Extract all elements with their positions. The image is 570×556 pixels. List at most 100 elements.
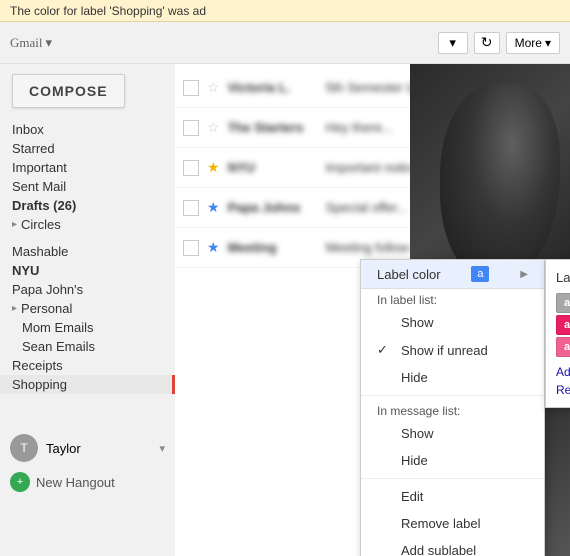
email-sender: Victoria L.	[228, 80, 318, 95]
gmail-logo[interactable]: Gmail ▾	[10, 35, 52, 51]
label-color-item[interactable]: Label color a ▶	[361, 260, 544, 289]
color-picker-title: Label color:	[556, 270, 570, 285]
new-hangout[interactable]: + New Hangout	[0, 468, 175, 496]
sidebar-item-mashable[interactable]: Mashable	[0, 242, 175, 261]
in-message-list-text: In message list:	[377, 404, 460, 418]
sidebar-item-sent[interactable]: Sent Mail	[0, 177, 175, 196]
show-if-unread-label: Show if unread	[401, 343, 488, 358]
gmail-logo-text: Gmail	[10, 35, 43, 51]
edit-label: Edit	[401, 489, 423, 504]
sidebar-item-label: Important	[12, 160, 67, 175]
sidebar-item-receipts[interactable]: Receipts	[0, 356, 175, 375]
show-label: Show	[401, 315, 434, 330]
sidebar-item-label: Sean Emails	[22, 339, 95, 354]
sidebar-item-seanemails[interactable]: Sean Emails	[0, 337, 175, 356]
select-checkbox[interactable]: ▾	[438, 32, 468, 54]
gmail-logo-arrow: ▾	[46, 35, 53, 51]
notification-text: The color for label 'Shopping' was ad	[10, 4, 206, 18]
label-color-text: Label color	[377, 267, 441, 282]
sidebar-item-label: Personal	[21, 301, 72, 316]
color-picker-panel: Label color: aaaaaaaaaaaaaaaaaaaaa Add c…	[545, 259, 570, 408]
sidebar-item-label: Starred	[12, 141, 55, 156]
email-sender: The Starters	[228, 120, 318, 135]
more-arrow: ▾	[545, 36, 551, 50]
sidebar-item-papajohns[interactable]: Papa John's	[0, 280, 175, 299]
sidebar-item-label: Papa John's	[12, 282, 83, 297]
user-arrow: ▾	[159, 442, 165, 455]
menu-divider	[361, 395, 544, 396]
sidebar-item-label: Receipts	[12, 358, 63, 373]
sidebar: COMPOSE Inbox Starred Important Sent Mai…	[0, 64, 175, 556]
more-label: More	[515, 36, 542, 50]
sidebar-item-drafts[interactable]: Drafts (26)	[0, 196, 175, 215]
star-icon[interactable]: ★	[207, 199, 220, 216]
email-sender: Meeting	[228, 240, 318, 255]
email-checkbox[interactable]	[183, 80, 199, 96]
sidebar-item-momemails[interactable]: Mom Emails	[0, 318, 175, 337]
color-swatch-0[interactable]: a	[556, 293, 570, 313]
in-label-list-section: In label list:	[361, 289, 544, 309]
star-icon[interactable]: ★	[207, 159, 220, 176]
new-hangout-label: New Hangout	[36, 475, 115, 490]
add-sublabel-label: Add sublabel	[401, 543, 476, 556]
hide-item[interactable]: Hide	[361, 364, 544, 391]
sidebar-item-starred[interactable]: Starred	[0, 139, 175, 158]
checkbox-arrow: ▾	[449, 35, 456, 51]
star-icon[interactable]: ☆	[207, 79, 220, 96]
email-checkbox[interactable]	[183, 120, 199, 136]
personal-arrow: ▸	[12, 303, 17, 314]
label-color-tag: a	[471, 266, 489, 282]
hangout-icon: +	[10, 472, 30, 492]
sidebar-item-label: Mashable	[12, 244, 68, 259]
user-name: Taylor	[46, 441, 81, 456]
email-checkbox[interactable]	[183, 240, 199, 256]
hide-msg-item[interactable]: Hide	[361, 447, 544, 474]
remove-label-item[interactable]: Remove label	[361, 510, 544, 537]
sidebar-item-label: Shopping	[12, 377, 67, 392]
header: Gmail ▾ ▾ ↻ More ▾	[0, 22, 570, 64]
submenu-arrow: ▶	[520, 269, 528, 280]
color-swatch-14[interactable]: a	[556, 337, 570, 357]
email-sender: Papa Johns	[228, 200, 318, 215]
show-if-unread-item[interactable]: ✓ Show if unread	[361, 336, 544, 364]
avatar: T	[10, 434, 38, 462]
add-custom-color-link[interactable]: Add custom color	[556, 365, 570, 379]
email-sender: NYU	[228, 160, 318, 175]
sidebar-item-label: Mom Emails	[22, 320, 94, 335]
color-swatch-7[interactable]: a	[556, 315, 570, 335]
header-controls: ▾ ↻ More ▾	[438, 32, 560, 54]
check-icon: ✓	[377, 342, 393, 358]
more-button[interactable]: More ▾	[506, 32, 560, 54]
show-item[interactable]: Show	[361, 309, 544, 336]
sidebar-item-circles[interactable]: ▸ Circles	[0, 215, 175, 234]
show-msg-item[interactable]: Show	[361, 420, 544, 447]
email-checkbox[interactable]	[183, 160, 199, 176]
in-message-list-section: In message list:	[361, 400, 544, 420]
hide-label: Hide	[401, 370, 428, 385]
sidebar-item-label: Circles	[21, 217, 61, 232]
circles-arrow: ▸	[12, 219, 17, 230]
add-sublabel-item[interactable]: Add sublabel	[361, 537, 544, 556]
sidebar-item-label: Inbox	[12, 122, 44, 137]
sidebar-item-label: Sent Mail	[12, 179, 66, 194]
gmail-body: COMPOSE Inbox Starred Important Sent Mai…	[0, 64, 570, 556]
sidebar-item-nyu[interactable]: NYU	[0, 261, 175, 280]
remove-color-link[interactable]: Remove color	[556, 383, 570, 397]
edit-item[interactable]: Edit	[361, 483, 544, 510]
compose-button[interactable]: COMPOSE	[12, 74, 125, 108]
in-label-list-text: In label list:	[377, 293, 437, 307]
sidebar-item-important[interactable]: Important	[0, 158, 175, 177]
menu-divider-2	[361, 478, 544, 479]
notification-bar: The color for label 'Shopping' was ad	[0, 0, 570, 22]
email-checkbox[interactable]	[183, 200, 199, 216]
remove-label: Remove label	[401, 516, 481, 531]
star-icon[interactable]: ★	[207, 239, 220, 256]
refresh-button[interactable]: ↻	[474, 32, 500, 54]
user-profile[interactable]: T Taylor ▾	[0, 428, 175, 468]
sidebar-item-inbox[interactable]: Inbox	[0, 120, 175, 139]
color-grid: aaaaaaaaaaaaaaaaaaaaa	[556, 293, 570, 357]
star-icon[interactable]: ☆	[207, 119, 220, 136]
context-menu: Label color a ▶ In label list: Show ✓ Sh…	[360, 259, 545, 556]
sidebar-item-personal[interactable]: ▸ Personal	[0, 299, 175, 318]
sidebar-item-shopping[interactable]: Shopping	[0, 375, 175, 394]
